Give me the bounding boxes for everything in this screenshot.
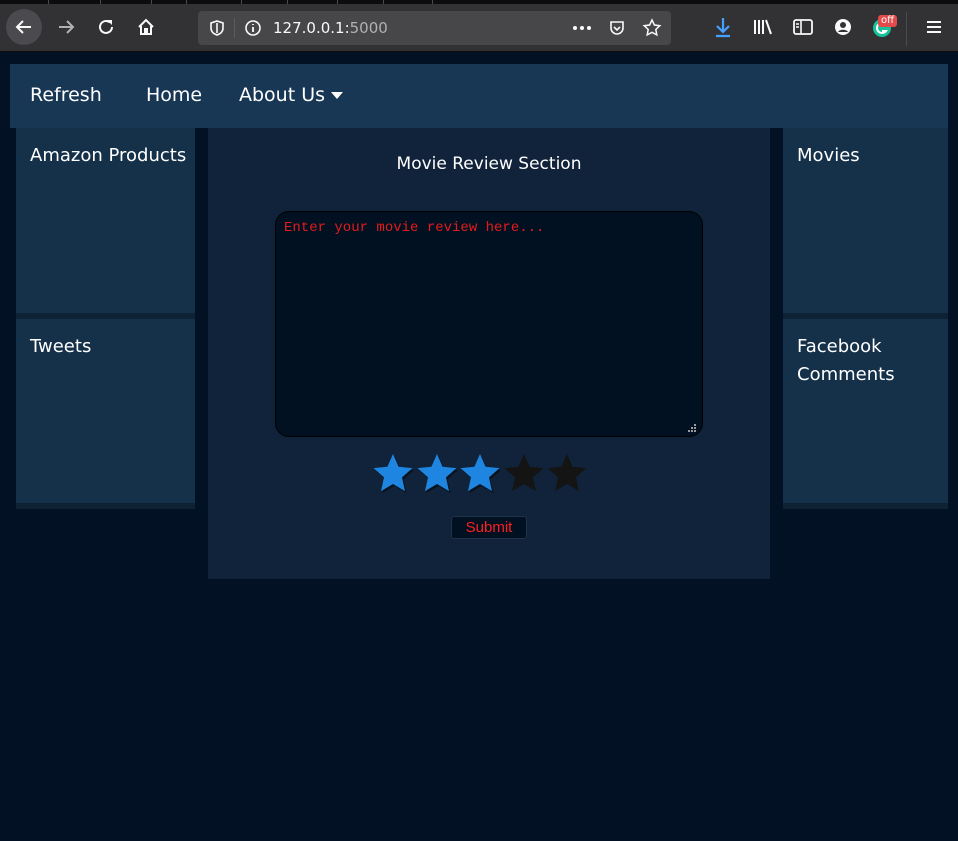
sidebar-card-amazon-products: Amazon Products xyxy=(16,128,195,319)
sidebar-card-tweets: Tweets xyxy=(16,319,195,509)
library-button[interactable] xyxy=(746,10,780,44)
hamburger-menu-icon xyxy=(927,21,941,33)
top-navbar: Refresh Home About Us xyxy=(10,64,948,128)
card-title: Amazon Products xyxy=(30,145,187,166)
site-info-icon[interactable] xyxy=(244,19,262,37)
nav-about-us-label: About Us xyxy=(239,84,326,106)
account-button[interactable] xyxy=(826,10,860,44)
sidebar-icon xyxy=(793,19,813,35)
home-icon xyxy=(138,18,154,35)
card-title: Facebook Comments xyxy=(797,336,895,385)
url-divider xyxy=(234,18,235,38)
star-icon[interactable] xyxy=(458,452,502,496)
sidebar-button[interactable] xyxy=(786,10,820,44)
toolbar-separator xyxy=(906,12,907,46)
bookmark-star-icon[interactable] xyxy=(642,18,662,38)
home-button[interactable] xyxy=(129,10,163,44)
reload-icon xyxy=(99,19,113,34)
pocket-icon[interactable] xyxy=(608,19,626,37)
submit-button[interactable]: Submit xyxy=(451,516,527,539)
browser-toolbar: 127.0.0.1:5000 off xyxy=(0,4,958,52)
url-host: 127.0.0.1: xyxy=(273,19,350,37)
url-text[interactable]: 127.0.0.1:5000 xyxy=(273,19,388,37)
downloads-button[interactable] xyxy=(706,10,740,44)
resize-grip-icon[interactable] xyxy=(687,423,697,433)
extension-off-badge: off xyxy=(878,15,898,27)
section-title: Movie Review Section xyxy=(396,154,582,174)
reload-button[interactable] xyxy=(89,10,123,44)
caret-down-icon xyxy=(331,92,344,99)
forward-arrow-icon xyxy=(59,20,75,34)
account-icon xyxy=(835,19,851,35)
star-rating[interactable] xyxy=(371,452,591,498)
tracking-shield-icon[interactable] xyxy=(208,19,226,37)
review-textarea[interactable] xyxy=(275,211,703,437)
library-icon xyxy=(754,19,772,35)
star-icon[interactable] xyxy=(371,452,415,496)
nav-about-us-dropdown[interactable]: About Us xyxy=(239,84,344,106)
url-port: 5000 xyxy=(349,19,388,37)
download-icon xyxy=(716,18,730,38)
card-title: Movies xyxy=(797,145,860,166)
review-panel: Movie Review Section Submit xyxy=(208,128,770,579)
back-button[interactable] xyxy=(6,9,42,45)
card-title: Tweets xyxy=(30,336,92,357)
star-icon[interactable] xyxy=(545,452,589,496)
nav-home[interactable]: Home xyxy=(146,84,202,106)
url-bar[interactable]: 127.0.0.1:5000 xyxy=(198,11,671,45)
page-actions-icon[interactable] xyxy=(571,21,593,35)
star-icon[interactable] xyxy=(502,452,546,496)
sidebar-card-movies: Movies xyxy=(783,128,948,319)
menu-button[interactable] xyxy=(917,10,951,44)
sidebar-card-facebook-comments: Facebook Comments xyxy=(783,319,948,509)
forward-button[interactable] xyxy=(49,10,83,44)
nav-refresh[interactable]: Refresh xyxy=(30,84,102,106)
star-icon[interactable] xyxy=(415,452,459,496)
back-arrow-icon xyxy=(15,20,31,34)
